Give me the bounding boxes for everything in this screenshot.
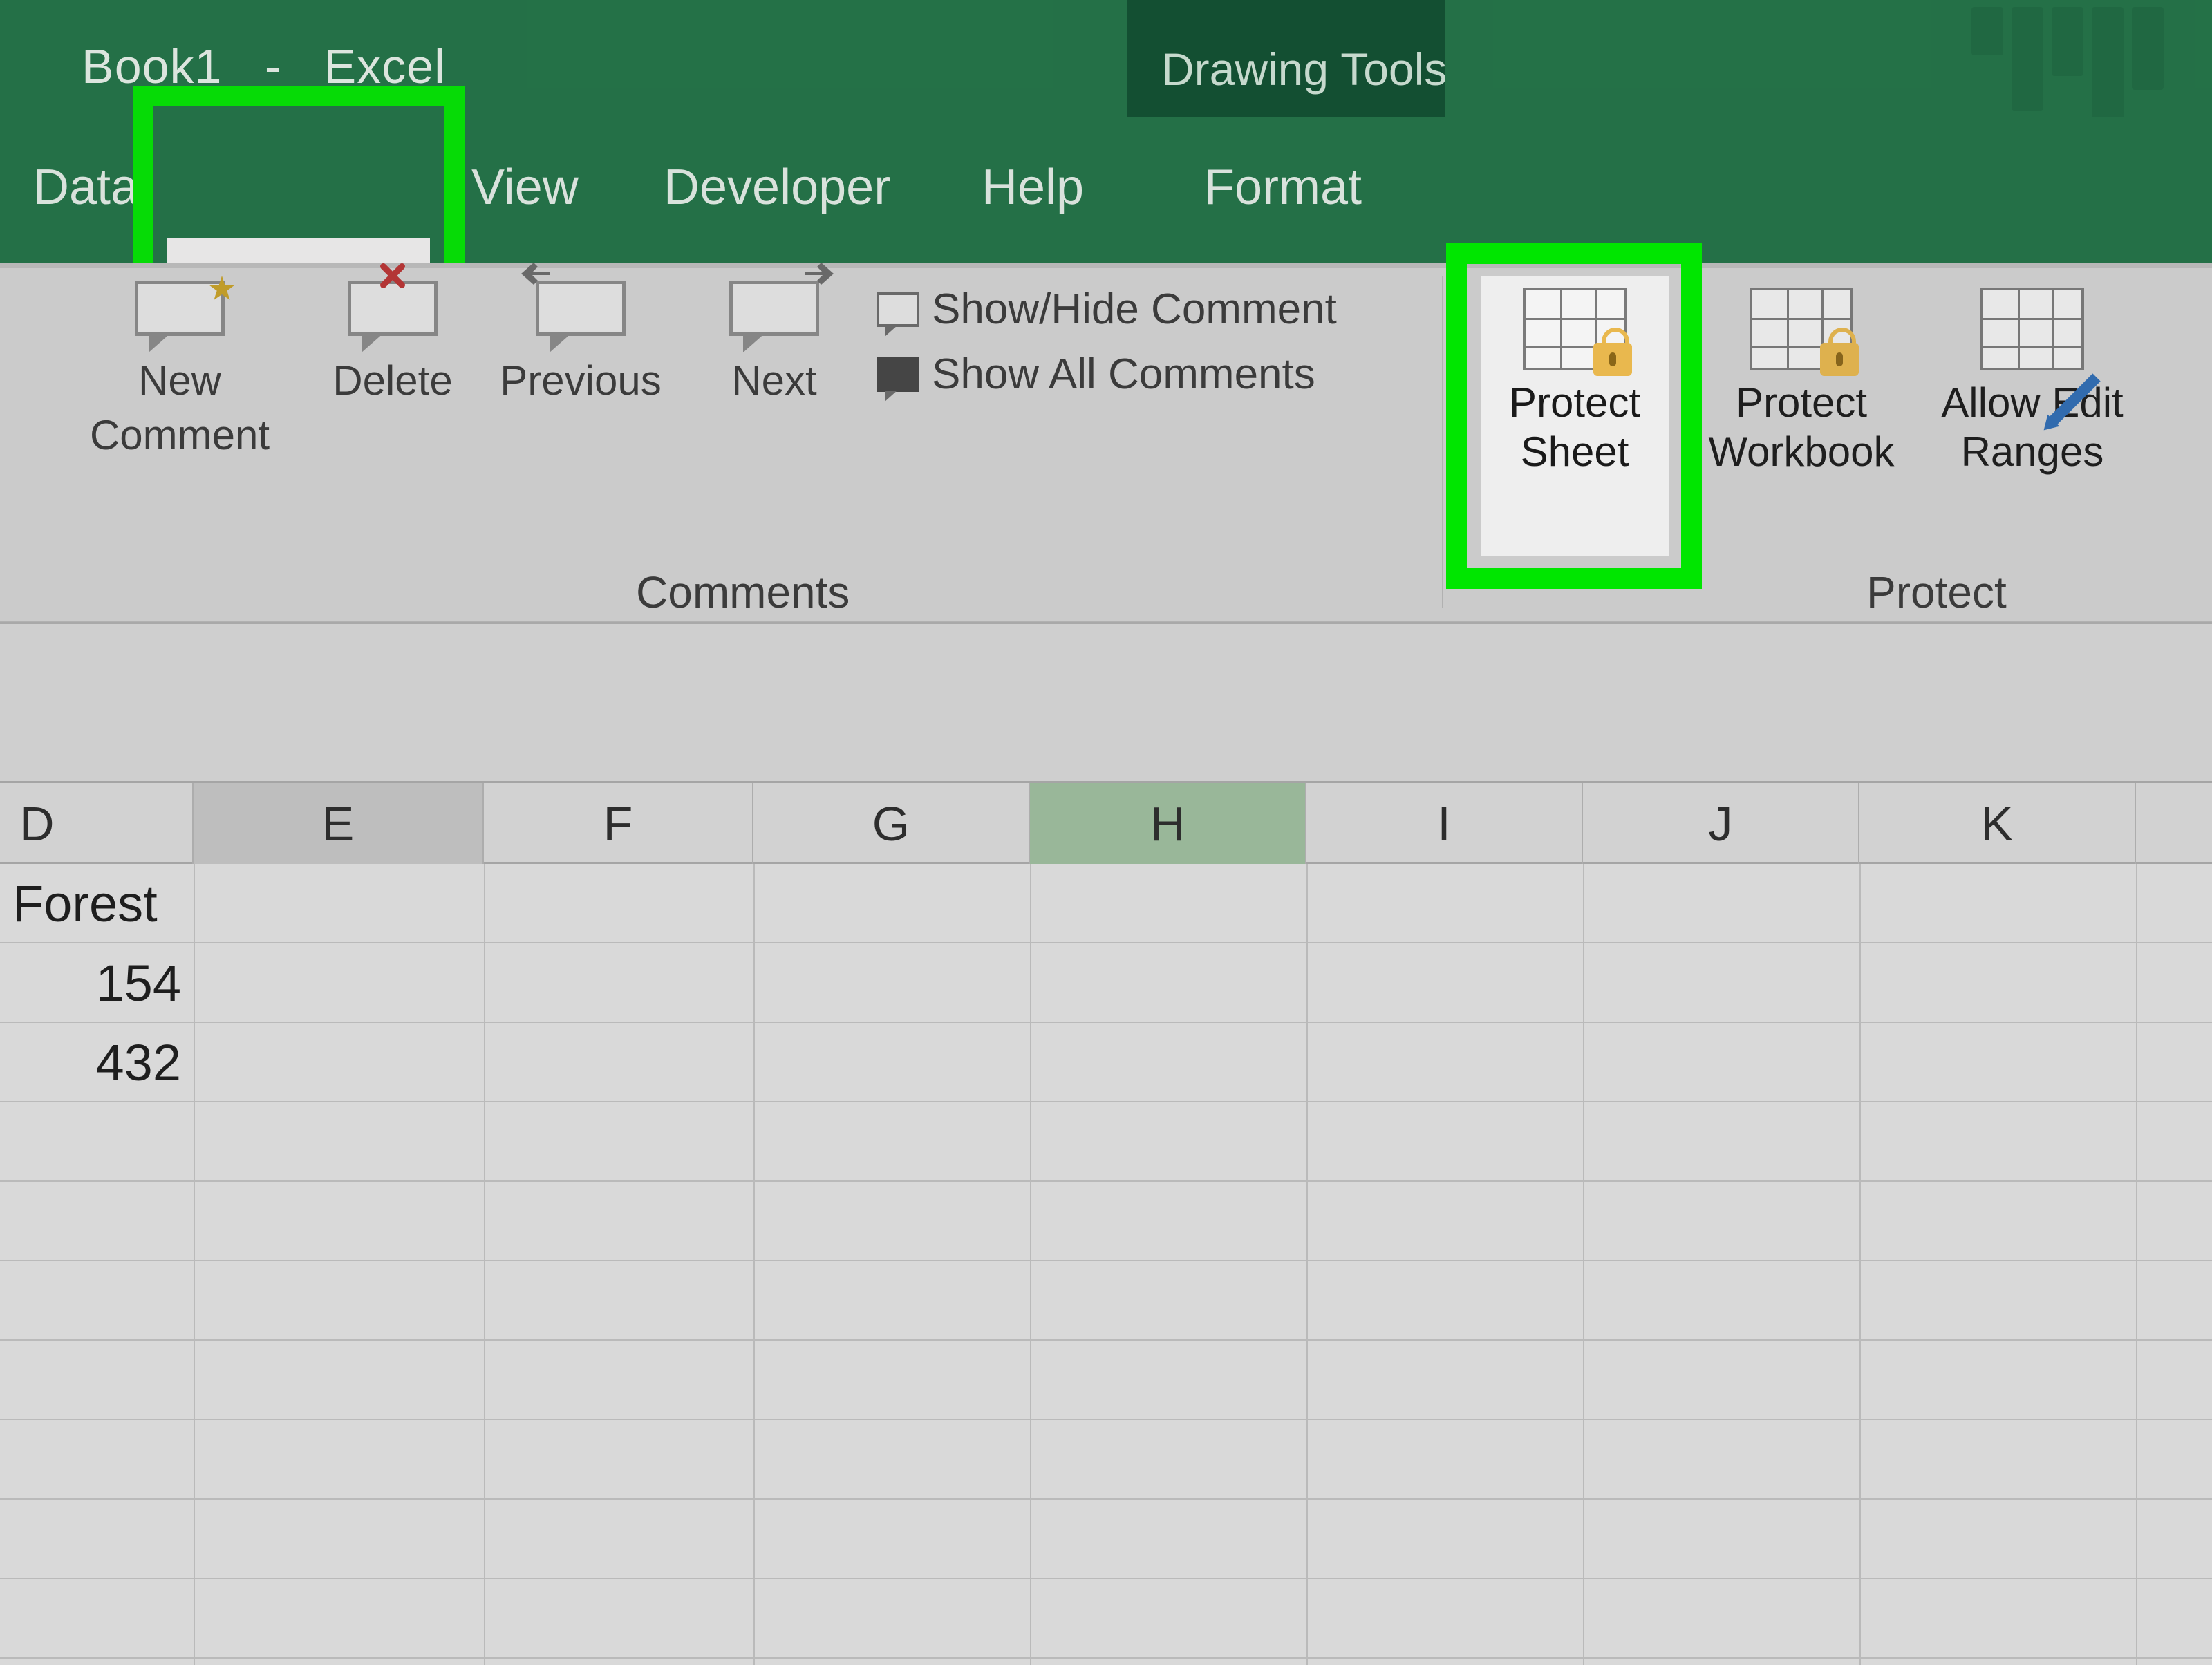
grid-row [0, 1341, 2212, 1420]
col-header-F[interactable]: F [484, 783, 753, 865]
speech-bubble-icon [348, 281, 438, 350]
grid-row [0, 1102, 2212, 1182]
new-comment-label-2: Comment [83, 411, 276, 459]
formula-bar-area [0, 622, 2212, 781]
show-hide-comment-label: Show/Hide Comment [932, 285, 1337, 334]
col-border [194, 864, 195, 1665]
cell-D1[interactable]: Forest [0, 864, 194, 943]
grid-row [0, 1579, 2212, 1659]
grid-row [0, 1023, 2212, 1102]
col-border [2136, 864, 2137, 1665]
show-all-comments-button[interactable]: Show All Comments [877, 350, 1315, 399]
new-comment-label-1: New [83, 357, 276, 404]
col-header-J[interactable]: J [1583, 783, 1859, 865]
new-comment-button[interactable]: New Comment [83, 281, 276, 459]
show-hide-comment-button[interactable]: Show/Hide Comment [877, 285, 1337, 334]
protect-workbook-button[interactable]: Protect Workbook [1698, 288, 1905, 477]
col-header-D[interactable]: D [0, 783, 194, 865]
protect-group-label: Protect [1866, 567, 2007, 618]
group-separator [1442, 276, 1443, 608]
cell-D3[interactable]: 432 [0, 1023, 194, 1102]
speech-bubble-icon [536, 281, 626, 350]
delete-comment-label: Delete [317, 357, 469, 404]
next-comment-button[interactable]: Next [705, 281, 843, 404]
col-border [1030, 864, 1031, 1665]
grid-row [0, 1500, 2212, 1579]
col-header-I[interactable]: I [1306, 783, 1583, 865]
tab-developer[interactable]: Developer [664, 159, 890, 216]
grid-row [0, 943, 2212, 1023]
workbook-lock-icon [1750, 288, 1853, 370]
grid-row [0, 1182, 2212, 1261]
protect-workbook-label-1: Protect [1736, 379, 1867, 426]
tab-help[interactable]: Help [982, 159, 1084, 216]
next-comment-label: Next [705, 357, 843, 404]
grid-row [0, 1420, 2212, 1500]
col-header-G[interactable]: G [753, 783, 1030, 865]
grid-row [0, 1261, 2212, 1341]
col-border [753, 864, 755, 1665]
cell-D2[interactable]: 154 [0, 943, 194, 1023]
col-header-K[interactable]: K [1859, 783, 2136, 865]
col-header-H[interactable]: H [1030, 783, 1306, 865]
allow-edit-ranges-button[interactable]: Allow Edit Ranges [1929, 288, 2136, 477]
ribbon: New Comment Delete Previous Next Show/Hi… [0, 263, 2212, 622]
speech-bubble-icon [877, 292, 919, 327]
previous-comment-button[interactable]: Previous [491, 281, 671, 404]
col-border [1583, 864, 1584, 1665]
sheet-pencil-icon [1980, 288, 2084, 370]
col-border [484, 864, 485, 1665]
allow-edit-label-2: Ranges [1961, 429, 2104, 475]
tutorial-highlight-protect-sheet [1446, 243, 1702, 589]
allow-edit-label-1: Allow Edit [1941, 379, 2123, 426]
speech-bubble-icon [729, 281, 819, 350]
column-headers: D E F G H I J K [0, 781, 2212, 864]
comments-group-label: Comments [636, 567, 850, 618]
contextual-tab-label: Drawing Tools [1161, 43, 1447, 95]
watermark-bars [1971, 7, 2164, 124]
protect-workbook-label-2: Workbook [1708, 429, 1894, 475]
tab-view[interactable]: View [471, 159, 579, 216]
speech-bubble-icon [877, 357, 919, 392]
col-border [1859, 864, 1861, 1665]
delete-comment-button[interactable]: Delete [317, 281, 469, 404]
tab-data[interactable]: Data [33, 159, 138, 216]
tab-format[interactable]: Format [1204, 159, 1362, 216]
col-border [1306, 864, 1308, 1665]
col-header-E[interactable]: E [194, 783, 484, 865]
speech-bubble-icon [135, 281, 225, 350]
show-all-comments-label: Show All Comments [932, 350, 1315, 399]
previous-comment-label: Previous [491, 357, 671, 404]
grid-row [0, 864, 2212, 943]
spreadsheet-grid[interactable] [0, 864, 2212, 1665]
